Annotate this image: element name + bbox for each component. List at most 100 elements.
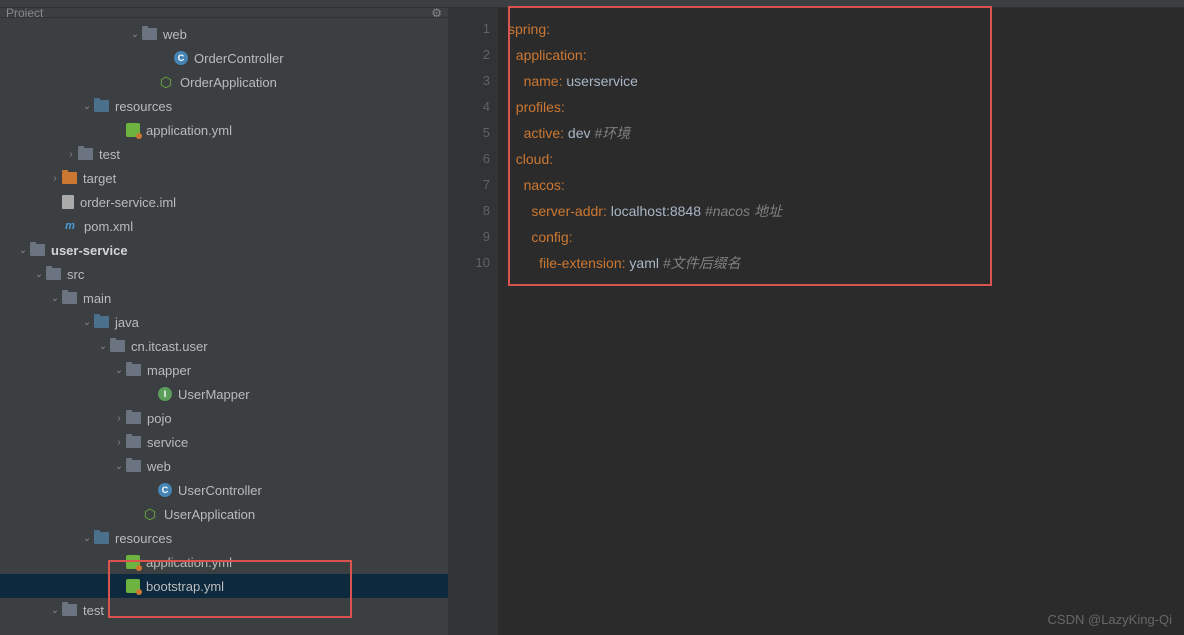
folder-icon (126, 364, 141, 376)
line-number: 7 (448, 172, 490, 198)
class-icon: C (174, 51, 188, 65)
tree-row[interactable]: ⌄cn.itcast.user (0, 334, 448, 358)
line-number: 9 (448, 224, 490, 250)
code-line[interactable]: application: (508, 42, 1184, 68)
tree-row[interactable]: application.yml (0, 118, 448, 142)
title-bar (0, 0, 1184, 8)
chevron-icon[interactable]: ⌄ (80, 317, 94, 328)
tree-label: service (147, 435, 188, 450)
tree-row[interactable]: C UserController (0, 478, 448, 502)
code-line[interactable]: name: userservice (508, 68, 1184, 94)
folder-icon (126, 412, 141, 424)
tree-label: UserApplication (164, 507, 255, 522)
code-area[interactable]: spring: application: name: userservice p… (498, 8, 1184, 635)
gear-icon[interactable]: ⚙ (431, 8, 442, 18)
tree-row[interactable]: ⌄resources (0, 94, 448, 118)
tree-row[interactable]: application.yml (0, 550, 448, 574)
tree-row[interactable]: › test (0, 142, 448, 166)
chevron-icon[interactable]: ⌄ (112, 461, 126, 472)
tree-row[interactable]: › service (0, 430, 448, 454)
line-number: 8 (448, 198, 490, 224)
code-line[interactable]: nacos: (508, 172, 1184, 198)
line-number: 1 (448, 16, 490, 42)
tree-row[interactable]: › target (0, 166, 448, 190)
code-line[interactable]: active: dev #环境 (508, 120, 1184, 146)
watermark-text: CSDN @LazyKing-Qi (1048, 612, 1172, 627)
tree-row[interactable]: ⬡ UserApplication (0, 502, 448, 526)
tree-row[interactable]: ⌄ main (0, 286, 448, 310)
tree-label: main (83, 291, 111, 306)
chevron-icon[interactable]: ⌄ (96, 341, 110, 352)
project-label: Project (6, 8, 43, 18)
code-line[interactable]: profiles: (508, 94, 1184, 120)
tree-label: OrderController (194, 51, 284, 66)
tree-row[interactable]: ⌄resources (0, 526, 448, 550)
tree-row[interactable]: mpom.xml (0, 214, 448, 238)
tree-row[interactable]: order-service.iml (0, 190, 448, 214)
yaml-icon (126, 123, 140, 137)
chevron-icon[interactable]: ⌄ (80, 101, 94, 112)
tree-label: web (163, 27, 187, 42)
tree-row[interactable]: I UserMapper (0, 382, 448, 406)
code-line[interactable]: cloud: (508, 146, 1184, 172)
line-number: 3 (448, 68, 490, 94)
code-line[interactable]: spring: (508, 16, 1184, 42)
tree-label: test (99, 147, 120, 162)
chevron-icon[interactable]: ⌄ (128, 29, 142, 40)
folder-icon (62, 172, 77, 184)
maven-icon: m (62, 218, 78, 234)
tree-row[interactable]: ⌄mapper (0, 358, 448, 382)
tree-row[interactable]: C OrderController (0, 46, 448, 70)
chevron-icon[interactable]: ⌄ (48, 293, 62, 304)
tree-label: bootstrap.yml (146, 579, 224, 594)
code-line[interactable]: file-extension: yaml #文件后缀名 (508, 250, 1184, 276)
tree-label: pojo (147, 411, 172, 426)
tree-label: src (67, 267, 84, 282)
tree-label: order-service.iml (80, 195, 176, 210)
chevron-icon[interactable]: › (48, 173, 62, 184)
tree-label: OrderApplication (180, 75, 277, 90)
tree-row[interactable]: ⬡OrderApplication (0, 70, 448, 94)
yaml-icon (126, 579, 140, 593)
tree-label: UserController (178, 483, 262, 498)
folder-icon (62, 604, 77, 616)
interface-icon: I (158, 387, 172, 401)
tree-label: web (147, 459, 171, 474)
tree-label: test (83, 603, 104, 618)
line-number: 2 (448, 42, 490, 68)
line-number: 4 (448, 94, 490, 120)
tree-label: user-service (51, 243, 128, 258)
project-tree[interactable]: ⌄webCOrderController⬡OrderApplication⌄re… (0, 18, 448, 622)
folder-icon (62, 292, 77, 304)
class-icon: C (158, 483, 172, 497)
folder-icon (126, 436, 141, 448)
spring-icon: ⬡ (142, 506, 158, 522)
tree-label: application.yml (146, 555, 232, 570)
chevron-icon[interactable]: › (112, 437, 126, 448)
chevron-icon[interactable]: ⌄ (16, 245, 30, 256)
tree-row[interactable]: bootstrap.yml (0, 574, 448, 598)
tree-row[interactable]: ⌄ web (0, 22, 448, 46)
folder-icon (126, 460, 141, 472)
line-number: 5 (448, 120, 490, 146)
line-number: 6 (448, 146, 490, 172)
code-line[interactable]: config: (508, 224, 1184, 250)
chevron-icon[interactable]: ⌄ (48, 605, 62, 616)
tree-row[interactable]: › pojo (0, 406, 448, 430)
folder-icon (94, 316, 109, 328)
chevron-icon[interactable]: ⌄ (32, 269, 46, 280)
tree-row[interactable]: ⌄java (0, 310, 448, 334)
folder-icon (46, 268, 61, 280)
tree-row[interactable]: ⌄ user-service (0, 238, 448, 262)
tree-row[interactable]: ⌄ src (0, 262, 448, 286)
code-line[interactable]: server-addr: localhost:8848 #nacos 地址 (508, 198, 1184, 224)
chevron-icon[interactable]: ⌄ (80, 533, 94, 544)
tree-row[interactable]: ⌄ web (0, 454, 448, 478)
chevron-icon[interactable]: › (64, 149, 78, 160)
tree-label: UserMapper (178, 387, 250, 402)
chevron-icon[interactable]: › (112, 413, 126, 424)
yaml-icon (126, 555, 140, 569)
tree-label: target (83, 171, 116, 186)
tree-row[interactable]: ⌄ test (0, 598, 448, 622)
chevron-icon[interactable]: ⌄ (112, 365, 126, 376)
